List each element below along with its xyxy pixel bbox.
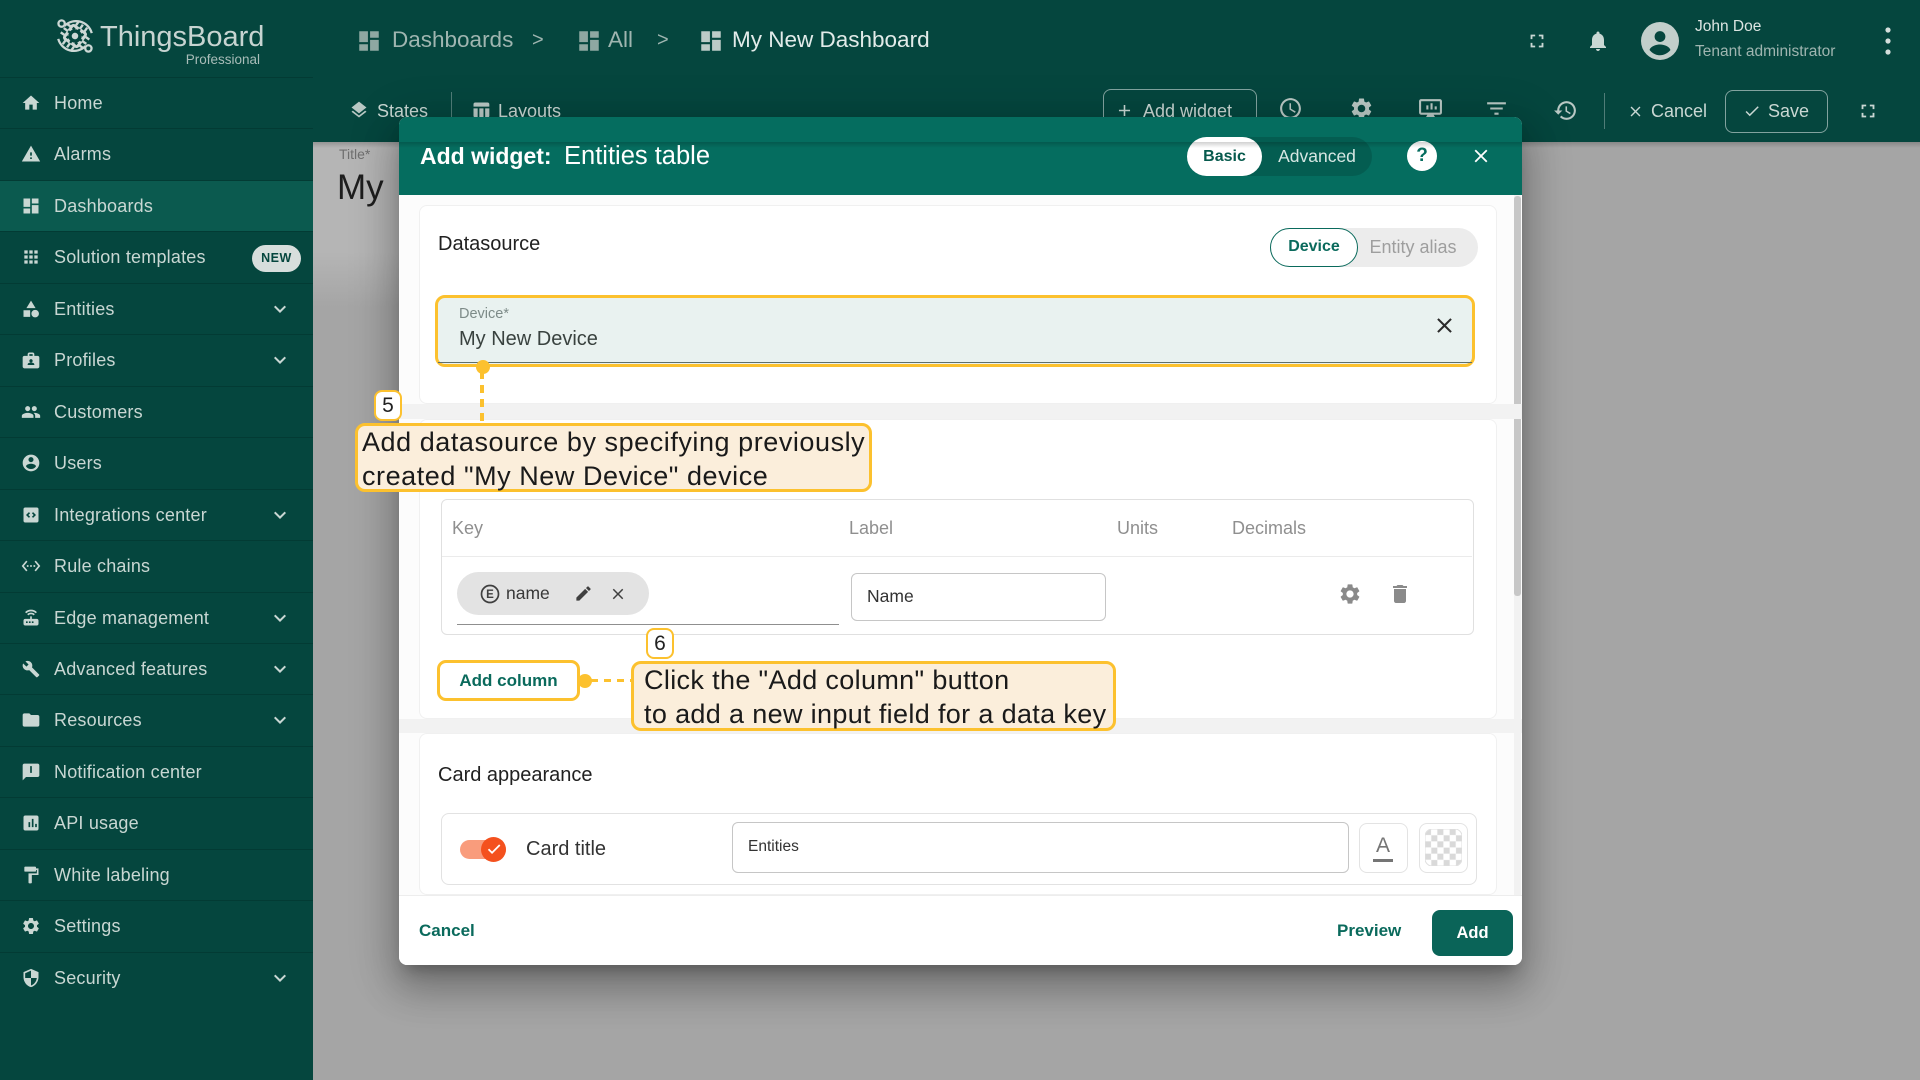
- svg-text:E: E: [486, 589, 494, 601]
